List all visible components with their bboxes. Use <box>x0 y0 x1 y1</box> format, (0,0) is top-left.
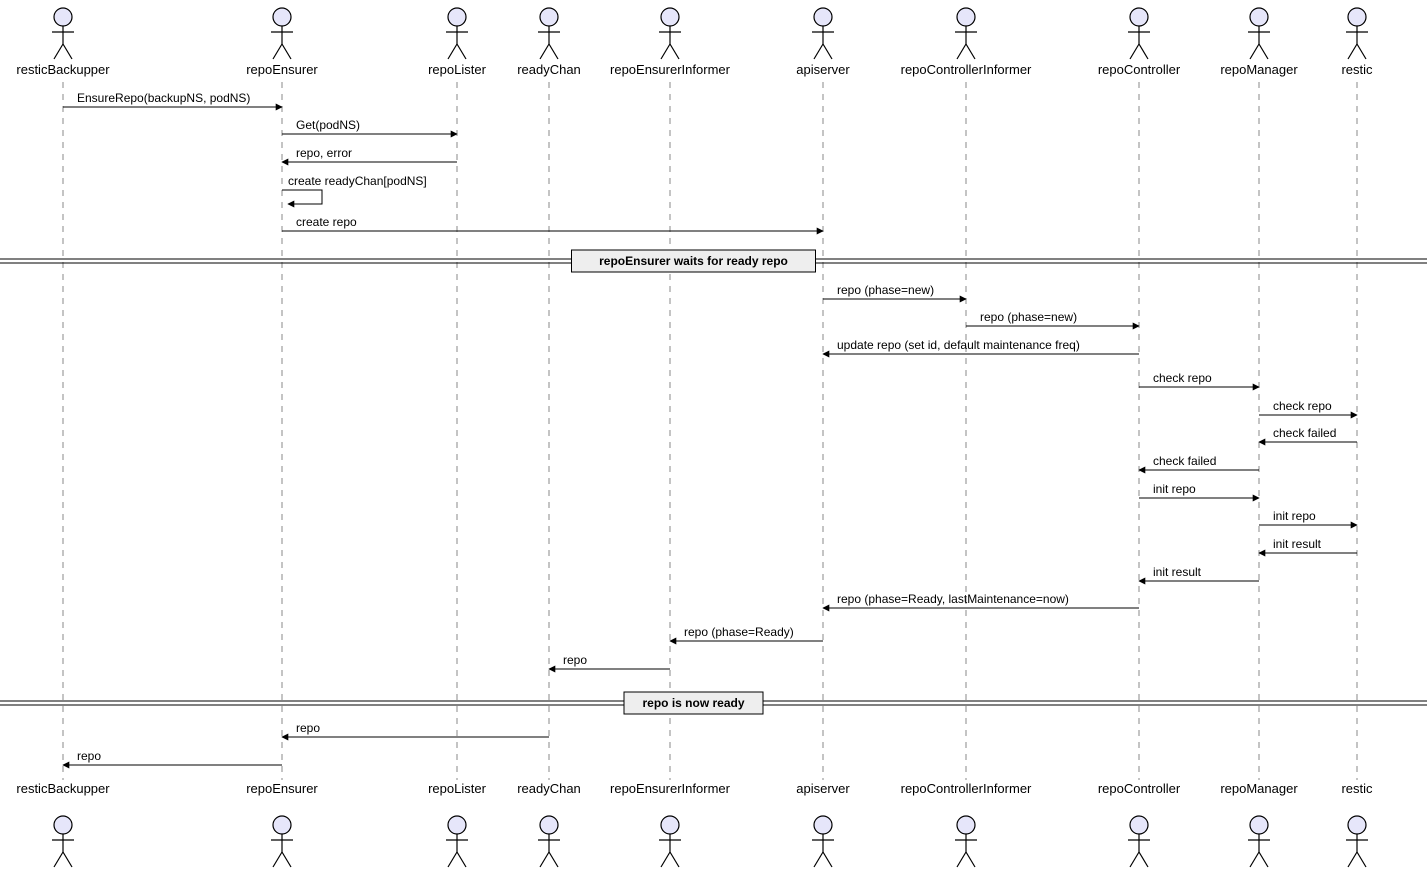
sequence-diagram: resticBackupper repoEnsurer repoLister read… <box>0 0 1427 892</box>
actor-repoLister: repoLister <box>428 781 486 867</box>
actor-label: restic <box>1341 781 1373 796</box>
message: check failed <box>1259 426 1357 442</box>
message: repo (phase=new) <box>823 283 966 299</box>
message-label: init result <box>1273 537 1322 551</box>
message: repo (phase=Ready) <box>670 625 823 641</box>
message-label: init repo <box>1273 509 1316 523</box>
actor-label: repoControllerInformer <box>901 62 1032 77</box>
message: repo <box>549 653 670 669</box>
actor-repoEnsurerInformer: repoEnsurerInformer <box>610 8 731 77</box>
message: create readyChan[podNS] <box>282 174 427 204</box>
message: repo <box>63 749 282 765</box>
actor-repoController: repoController <box>1098 8 1181 77</box>
divider: repo is now ready <box>0 692 1427 714</box>
actor-repoControllerInformer: repoControllerInformer <box>901 8 1032 77</box>
divider-label: repo is now ready <box>642 696 744 710</box>
message-label: repo (phase=new) <box>837 283 934 297</box>
message-label: update repo (set id, default maintenance… <box>837 338 1080 352</box>
message: check repo <box>1139 371 1259 387</box>
actor-label: apiserver <box>796 62 850 77</box>
message-label: init repo <box>1153 482 1196 496</box>
actor-repoController: repoController <box>1098 781 1181 867</box>
message-label: repo (phase=new) <box>980 310 1077 324</box>
message: repo, error <box>282 146 457 162</box>
actor-label: repoManager <box>1220 781 1298 796</box>
message: repo (phase=new) <box>966 310 1139 326</box>
actor-readyChan: readyChan <box>517 8 581 77</box>
actor-label: repoController <box>1098 62 1181 77</box>
divider-label: repoEnsurer waits for ready repo <box>599 254 788 268</box>
message-label: check failed <box>1153 454 1216 468</box>
actor-restic: restic <box>1341 781 1373 867</box>
actor-label: resticBackupper <box>16 781 110 796</box>
actor-restic: restic <box>1341 8 1373 77</box>
message: Get(podNS) <box>282 118 457 134</box>
actor-repoEnsurer: repoEnsurer <box>246 781 318 867</box>
message: init repo <box>1259 509 1357 525</box>
actor-repoManager: repoManager <box>1220 8 1298 77</box>
message: repo <box>282 721 549 737</box>
message: check repo <box>1259 399 1357 415</box>
message-label: repo (phase=Ready, lastMaintenance=now) <box>837 592 1069 606</box>
message-label: init result <box>1153 565 1202 579</box>
message-label: Get(podNS) <box>296 118 360 132</box>
message-label: check repo <box>1273 399 1332 413</box>
actor-label: repoLister <box>428 781 486 796</box>
message-label: repo (phase=Ready) <box>684 625 794 639</box>
actor-label: readyChan <box>517 781 581 796</box>
actor-label: resticBackupper <box>16 62 110 77</box>
actor-label: repoLister <box>428 62 486 77</box>
actor-label: apiserver <box>796 781 850 796</box>
actor-repoManager: repoManager <box>1220 781 1298 867</box>
actor-repoEnsurer: repoEnsurer <box>246 8 318 77</box>
message-label: repo, error <box>296 146 352 160</box>
message: init result <box>1259 537 1357 553</box>
actor-label: repoEnsurerInformer <box>610 781 731 796</box>
message-label: EnsureRepo(backupNS, podNS) <box>77 91 250 105</box>
message-label: repo <box>77 749 101 763</box>
actor-repoEnsurerInformer: repoEnsurerInformer <box>610 781 731 867</box>
message: EnsureRepo(backupNS, podNS) <box>63 91 282 107</box>
message: repo (phase=Ready, lastMaintenance=now) <box>823 592 1139 608</box>
message: init result <box>1139 565 1259 581</box>
message-label: repo <box>563 653 587 667</box>
message-label: check repo <box>1153 371 1212 385</box>
actor-label: restic <box>1341 62 1373 77</box>
actor-resticBackupper: resticBackupper <box>16 8 110 77</box>
actor-label: repoController <box>1098 781 1181 796</box>
actor-repoLister: repoLister <box>428 8 486 77</box>
actor-label: repoEnsurerInformer <box>610 62 731 77</box>
message: init repo <box>1139 482 1259 498</box>
actor-label: repoControllerInformer <box>901 781 1032 796</box>
actor-label: repoEnsurer <box>246 781 318 796</box>
actor-apiserver: apiserver <box>796 8 850 77</box>
message-label: repo <box>296 721 320 735</box>
message: create repo <box>282 215 823 231</box>
message: check failed <box>1139 454 1259 470</box>
actor-repoControllerInformer: repoControllerInformer <box>901 781 1032 867</box>
actor-label: repoManager <box>1220 62 1298 77</box>
message-label: create readyChan[podNS] <box>288 174 427 188</box>
divider: repoEnsurer waits for ready repo <box>0 250 1427 272</box>
message-label: check failed <box>1273 426 1336 440</box>
message: update repo (set id, default maintenance… <box>823 338 1139 354</box>
message-label: create repo <box>296 215 357 229</box>
actor-label: readyChan <box>517 62 581 77</box>
actor-apiserver: apiserver <box>796 781 850 867</box>
actor-readyChan: readyChan <box>517 781 581 867</box>
actor-label: repoEnsurer <box>246 62 318 77</box>
actor-resticBackupper: resticBackupper <box>16 781 110 867</box>
